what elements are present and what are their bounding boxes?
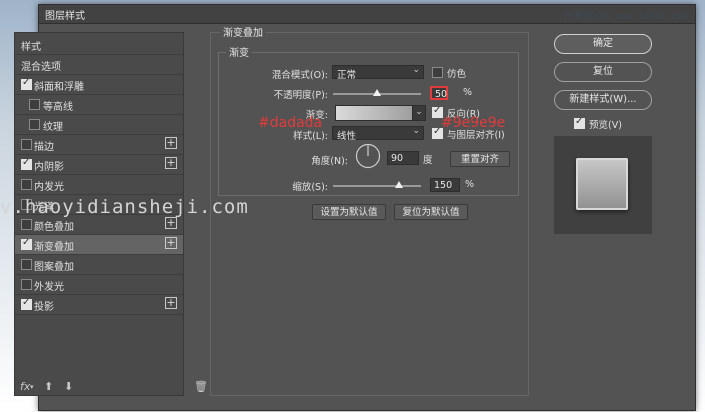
style-list-item[interactable]: 内发光 (15, 175, 183, 195)
style-item-checkbox[interactable] (29, 119, 40, 130)
scale-input[interactable]: 150 (430, 178, 460, 192)
blend-mode-value: 正常 (337, 70, 357, 81)
style-item-checkbox[interactable] (21, 157, 32, 170)
add-effect-icon[interactable]: + (165, 157, 177, 169)
style-item-label: 纹理 (43, 122, 63, 133)
arrow-up-icon[interactable]: ⬆ (44, 380, 53, 393)
add-effect-icon[interactable]: + (165, 137, 177, 149)
style-item-checkbox[interactable] (21, 259, 32, 270)
style-item-label: 等高线 (43, 102, 73, 113)
angle-dial[interactable] (355, 143, 381, 169)
ok-button[interactable]: 确定 (554, 34, 652, 54)
preview-label: 预览(V) (589, 120, 622, 131)
style-value: 线性 (337, 131, 357, 142)
style-item-label: 内发光 (34, 182, 64, 193)
add-effect-icon[interactable]: + (165, 217, 177, 229)
style-list-item[interactable]: 投影 + (15, 295, 183, 315)
style-item-label: 描边 (34, 142, 54, 153)
style-item-checkbox[interactable] (21, 219, 32, 230)
style-list-item[interactable]: 描边 + (15, 135, 183, 155)
blend-mode-label: 混合模式(O): (271, 70, 328, 81)
preview-checkbox[interactable] (574, 116, 585, 129)
chevron-down-icon[interactable]: ▾ (30, 383, 34, 391)
align-with-layer-checkbox[interactable] (432, 126, 443, 139)
new-style-button[interactable]: 新建样式(W)... (554, 90, 652, 110)
style-list-item[interactable]: 样式 (15, 35, 183, 55)
chevron-down-icon: ⌄ (412, 65, 420, 75)
style-list-item[interactable]: 内阴影 + (15, 155, 183, 175)
blend-mode-select[interactable]: 正常 ⌄ (332, 65, 424, 81)
style-item-checkbox[interactable] (21, 279, 32, 290)
scale-percent: % (465, 179, 475, 190)
angle-label: 角度(N): (311, 156, 348, 167)
scale-slider-thumb[interactable] (395, 181, 403, 188)
opacity-slider-thumb[interactable] (373, 89, 381, 96)
style-item-label: 投影 (34, 302, 54, 313)
scale-value: 150 (434, 180, 453, 191)
style-item-checkbox[interactable] (21, 237, 32, 250)
chevron-down-icon[interactable]: ⌄ (412, 105, 426, 121)
dither-checkbox[interactable] (432, 67, 443, 78)
group-title: 渐变叠加 (220, 24, 266, 39)
arrow-down-icon[interactable]: ⬇ (64, 380, 73, 393)
style-preview-swatch (576, 158, 628, 210)
dialog-title: 图层样式 (45, 11, 85, 22)
scale-slider-track[interactable] (333, 185, 421, 187)
style-item-label: 斜面和浮雕 (34, 82, 84, 93)
style-item-label: 混合选项 (21, 62, 61, 73)
opacity-percent: % (463, 87, 473, 98)
title-bar[interactable]: 图层样式 PS教程论坛 www.16XX8.com (39, 5, 695, 24)
style-item-checkbox[interactable] (21, 179, 32, 190)
chevron-down-icon: ⌄ (412, 126, 420, 136)
style-list-item[interactable]: 等高线 (15, 95, 183, 115)
opacity-label: 不透明度(P): (273, 90, 328, 101)
add-effect-icon[interactable]: + (165, 237, 177, 249)
style-item-label: 内阴影 (34, 162, 64, 173)
style-item-checkbox[interactable] (21, 139, 32, 150)
opacity-input[interactable]: 50 (430, 86, 448, 100)
style-item-label: 颜色叠加 (34, 222, 74, 233)
style-label: 样式(L): (293, 131, 328, 142)
style-select[interactable]: 线性 ⌄ (332, 126, 424, 142)
watermark-site: v.haoyidiansheji.com (0, 196, 249, 218)
set-default-button[interactable]: 设置为默认值 (312, 204, 386, 220)
style-item-label: 样式 (21, 42, 41, 53)
degree-unit: 度 (423, 155, 433, 166)
trash-icon[interactable]: 🗑 (194, 380, 208, 393)
reset-default-button[interactable]: 复位为默认值 (394, 204, 468, 220)
dither-label: 仿色 (447, 69, 467, 80)
style-item-label: 图案叠加 (34, 262, 74, 273)
style-item-label: 外发光 (34, 282, 64, 293)
style-list-item[interactable]: 外发光 (15, 275, 183, 295)
reset-alignment-button[interactable]: 重置对齐 (450, 151, 510, 167)
angle-value: 90 (391, 153, 404, 164)
style-list-item[interactable]: 纹理 (15, 115, 183, 135)
add-effect-icon[interactable]: + (165, 297, 177, 309)
style-item-checkbox[interactable] (21, 297, 32, 310)
style-list-item[interactable]: 斜面和浮雕 (15, 75, 183, 95)
style-list-item[interactable]: 颜色叠加 + (15, 215, 183, 235)
style-list-item[interactable]: 图案叠加 (15, 255, 183, 275)
style-item-checkbox[interactable] (29, 99, 40, 110)
style-item-label: 渐变叠加 (34, 242, 74, 253)
gradient-swatch[interactable] (335, 105, 414, 121)
style-list-item[interactable]: 混合选项 (15, 55, 183, 75)
subgroup-title: 渐变 (226, 44, 252, 59)
reset-button[interactable]: 复位 (554, 62, 652, 82)
scale-label: 缩放(S): (292, 182, 328, 193)
align-with-layer-label: 与图层对齐(I) (447, 130, 505, 141)
fx-icon[interactable]: fx (20, 380, 30, 393)
style-list-item[interactable]: 渐变叠加 + (15, 235, 183, 255)
angle-input[interactable]: 90 (387, 151, 419, 165)
style-item-checkbox[interactable] (21, 77, 32, 90)
watermark-top: PS教程论坛 www.16XX8.com (564, 12, 687, 22)
opacity-value: 50 (435, 89, 448, 100)
